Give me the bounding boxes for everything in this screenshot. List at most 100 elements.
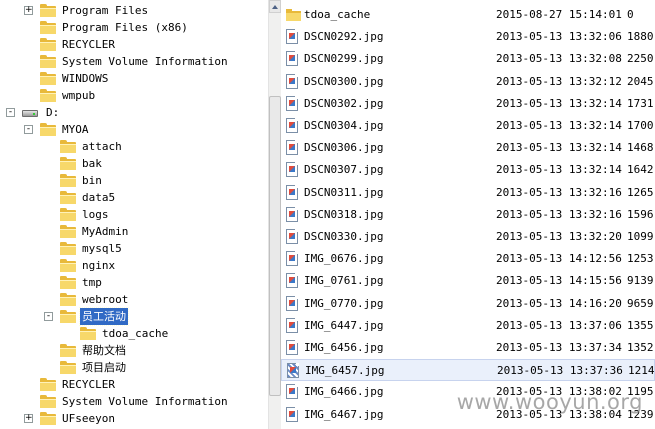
file-row[interactable]: DSCN0311.jpg 2013-05-13 13:32:16 1265 (281, 182, 655, 204)
file-size: 1099 (627, 230, 654, 243)
folder-icon (60, 293, 76, 306)
tree-item[interactable]: bak (60, 155, 104, 172)
file-size: 1700 (627, 119, 654, 132)
tree-item[interactable]: data5 (60, 189, 117, 206)
file-name: DSCN0292.jpg (304, 30, 384, 44)
tree-item[interactable]: wmpub (40, 87, 97, 104)
file-size: 2250 (627, 52, 654, 66)
tree-item-label: Program Files (62, 4, 149, 17)
collapse-icon[interactable]: - (6, 108, 15, 117)
tree-item[interactable]: D: (22, 104, 61, 121)
file-name: DSCN0302.jpg (304, 96, 384, 110)
tree-item[interactable]: 员工活动 (60, 307, 129, 326)
file-row[interactable]: DSCN0330.jpg 2013-05-13 13:32:20 1099 (281, 226, 655, 248)
tree-item[interactable]: tdoa_cache (80, 325, 170, 342)
file-row[interactable]: DSCN0307.jpg 2013-05-13 13:32:14 1642 (281, 159, 655, 181)
file-row[interactable]: IMG_6447.jpg 2013-05-13 13:37:06 1355 (281, 315, 655, 337)
folder-icon (60, 208, 76, 221)
file-modified-date: 2013-05-13 13:32:16 (496, 185, 622, 199)
file-modified-date: 2013-05-13 13:32:14 (496, 119, 622, 132)
file-modified-date: 2013-05-13 13:32:14 (496, 163, 622, 177)
file-modified-date: 2013-05-13 13:32:14 (496, 96, 622, 110)
collapse-icon[interactable]: - (44, 312, 53, 321)
tree-item-label: logs (82, 208, 109, 221)
tree-item-label: 员工活动 (79, 307, 129, 326)
tree-item[interactable]: System Volume Information (40, 53, 230, 70)
collapse-icon[interactable]: - (24, 125, 33, 134)
tree-item[interactable]: attach (60, 138, 124, 155)
tree-item-label: bak (82, 157, 102, 170)
file-row[interactable]: IMG_0676.jpg 2013-05-13 14:12:56 1253 (281, 248, 655, 270)
file-modified-date: 2013-05-13 13:37:36 (497, 364, 623, 378)
scroll-up-arrow-icon[interactable] (269, 0, 281, 13)
tree-item-label: 项目启动 (82, 361, 126, 374)
tree-item[interactable]: bin (60, 172, 104, 189)
file-row[interactable]: DSCN0302.jpg 2013-05-13 13:32:14 1731 (281, 93, 655, 115)
tree-item[interactable]: WINDOWS (40, 70, 110, 87)
file-row[interactable]: DSCN0318.jpg 2013-05-13 13:32:16 1596 (281, 204, 655, 226)
scrollbar-thumb[interactable] (269, 96, 281, 396)
file-row[interactable]: IMG_6457.jpg 2013-05-13 13:37:36 1214 (281, 359, 655, 382)
expand-icon[interactable]: + (24, 6, 33, 15)
tree-item[interactable]: MyAdmin (60, 223, 130, 240)
file-name: DSCN0299.jpg (304, 52, 384, 66)
file-modified-date: 2013-05-13 13:37:06 (496, 318, 622, 332)
tree-item[interactable]: Program Files (40, 2, 150, 19)
file-row[interactable]: IMG_0770.jpg 2013-05-13 14:16:20 9659 (281, 293, 655, 315)
file-name: DSCN0304.jpg (304, 119, 384, 132)
tree-item[interactable]: 帮助文档 (60, 342, 128, 359)
file-size: 1352 (627, 341, 654, 354)
file-modified-date: 2013-05-13 13:32:14 (496, 141, 622, 155)
tree-item[interactable]: nginx (60, 257, 117, 274)
folder-icon (40, 412, 56, 425)
file-name: IMG_0761.jpg (304, 274, 384, 288)
tree-item[interactable]: RECYCLER (40, 376, 117, 393)
tree-item[interactable]: RECYCLER (40, 36, 117, 53)
watermark-text: www.wooyun.org (456, 390, 643, 414)
tree-item-label: bin (82, 174, 102, 187)
file-modified-date: 2013-05-13 13:32:06 (496, 30, 622, 44)
file-modified-date: 2013-05-13 13:32:20 (496, 230, 622, 243)
folder-icon (40, 89, 56, 102)
tree-item[interactable]: UFseeyon (40, 410, 117, 427)
folder-icon (40, 72, 56, 85)
file-row[interactable]: DSCN0304.jpg 2013-05-13 13:32:14 1700 (281, 115, 655, 137)
file-modified-date: 2013-05-13 14:15:56 (496, 274, 622, 288)
drive-icon (22, 108, 38, 118)
file-row[interactable]: DSCN0299.jpg 2013-05-13 13:32:08 2250 (281, 48, 655, 70)
file-row[interactable]: tdoa_cache 2015-08-27 15:14:01 0 (281, 4, 655, 26)
folder-icon (60, 259, 76, 272)
tree-item-label: D: (46, 106, 60, 119)
file-row[interactable]: IMG_0761.jpg 2013-05-13 14:15:56 9139 (281, 270, 655, 292)
tree-item[interactable]: logs (60, 206, 111, 223)
file-row[interactable]: IMG_6456.jpg 2013-05-13 13:37:34 1352 (281, 337, 655, 359)
file-name: IMG_6447.jpg (304, 318, 384, 332)
tree-item[interactable]: tmp (60, 274, 104, 291)
file-size: 1214 (628, 364, 655, 378)
file-size: 1468 (627, 141, 654, 155)
folder-icon (60, 191, 76, 204)
tree-item-label: 帮助文档 (82, 344, 126, 357)
file-row[interactable]: DSCN0292.jpg 2013-05-13 13:32:06 1880 (281, 26, 655, 48)
tree-item[interactable]: System Volume Information (40, 393, 230, 410)
file-size: 9659 (627, 296, 654, 310)
folder-icon (40, 378, 56, 391)
tree-vertical-scrollbar[interactable] (268, 0, 281, 429)
tree-item[interactable]: webroot (60, 291, 130, 308)
folder-icon (40, 38, 56, 51)
tree-item[interactable]: mysql5 (60, 240, 124, 257)
tree-item-label: UFseeyon (62, 412, 115, 425)
file-row[interactable]: DSCN0300.jpg 2013-05-13 13:32:12 2045 (281, 71, 655, 93)
folder-tree: + Program Files Program Files (x86) RECYCLE… (0, 0, 268, 429)
image-file-icon (286, 406, 298, 429)
tree-item-label: MyAdmin (82, 225, 129, 238)
expand-icon[interactable]: + (24, 414, 33, 423)
file-modified-date: 2015-08-27 15:14:01 (496, 8, 622, 21)
tree-item[interactable]: Program Files (x86) (40, 19, 190, 36)
file-size: 1355 (627, 318, 654, 332)
tree-item[interactable]: MYOA (40, 121, 91, 138)
file-size: 1731 (627, 96, 654, 110)
tree-item[interactable]: 项目启动 (60, 359, 128, 376)
file-row[interactable]: DSCN0306.jpg 2013-05-13 13:32:14 1468 (281, 137, 655, 159)
file-name: DSCN0306.jpg (304, 141, 384, 155)
